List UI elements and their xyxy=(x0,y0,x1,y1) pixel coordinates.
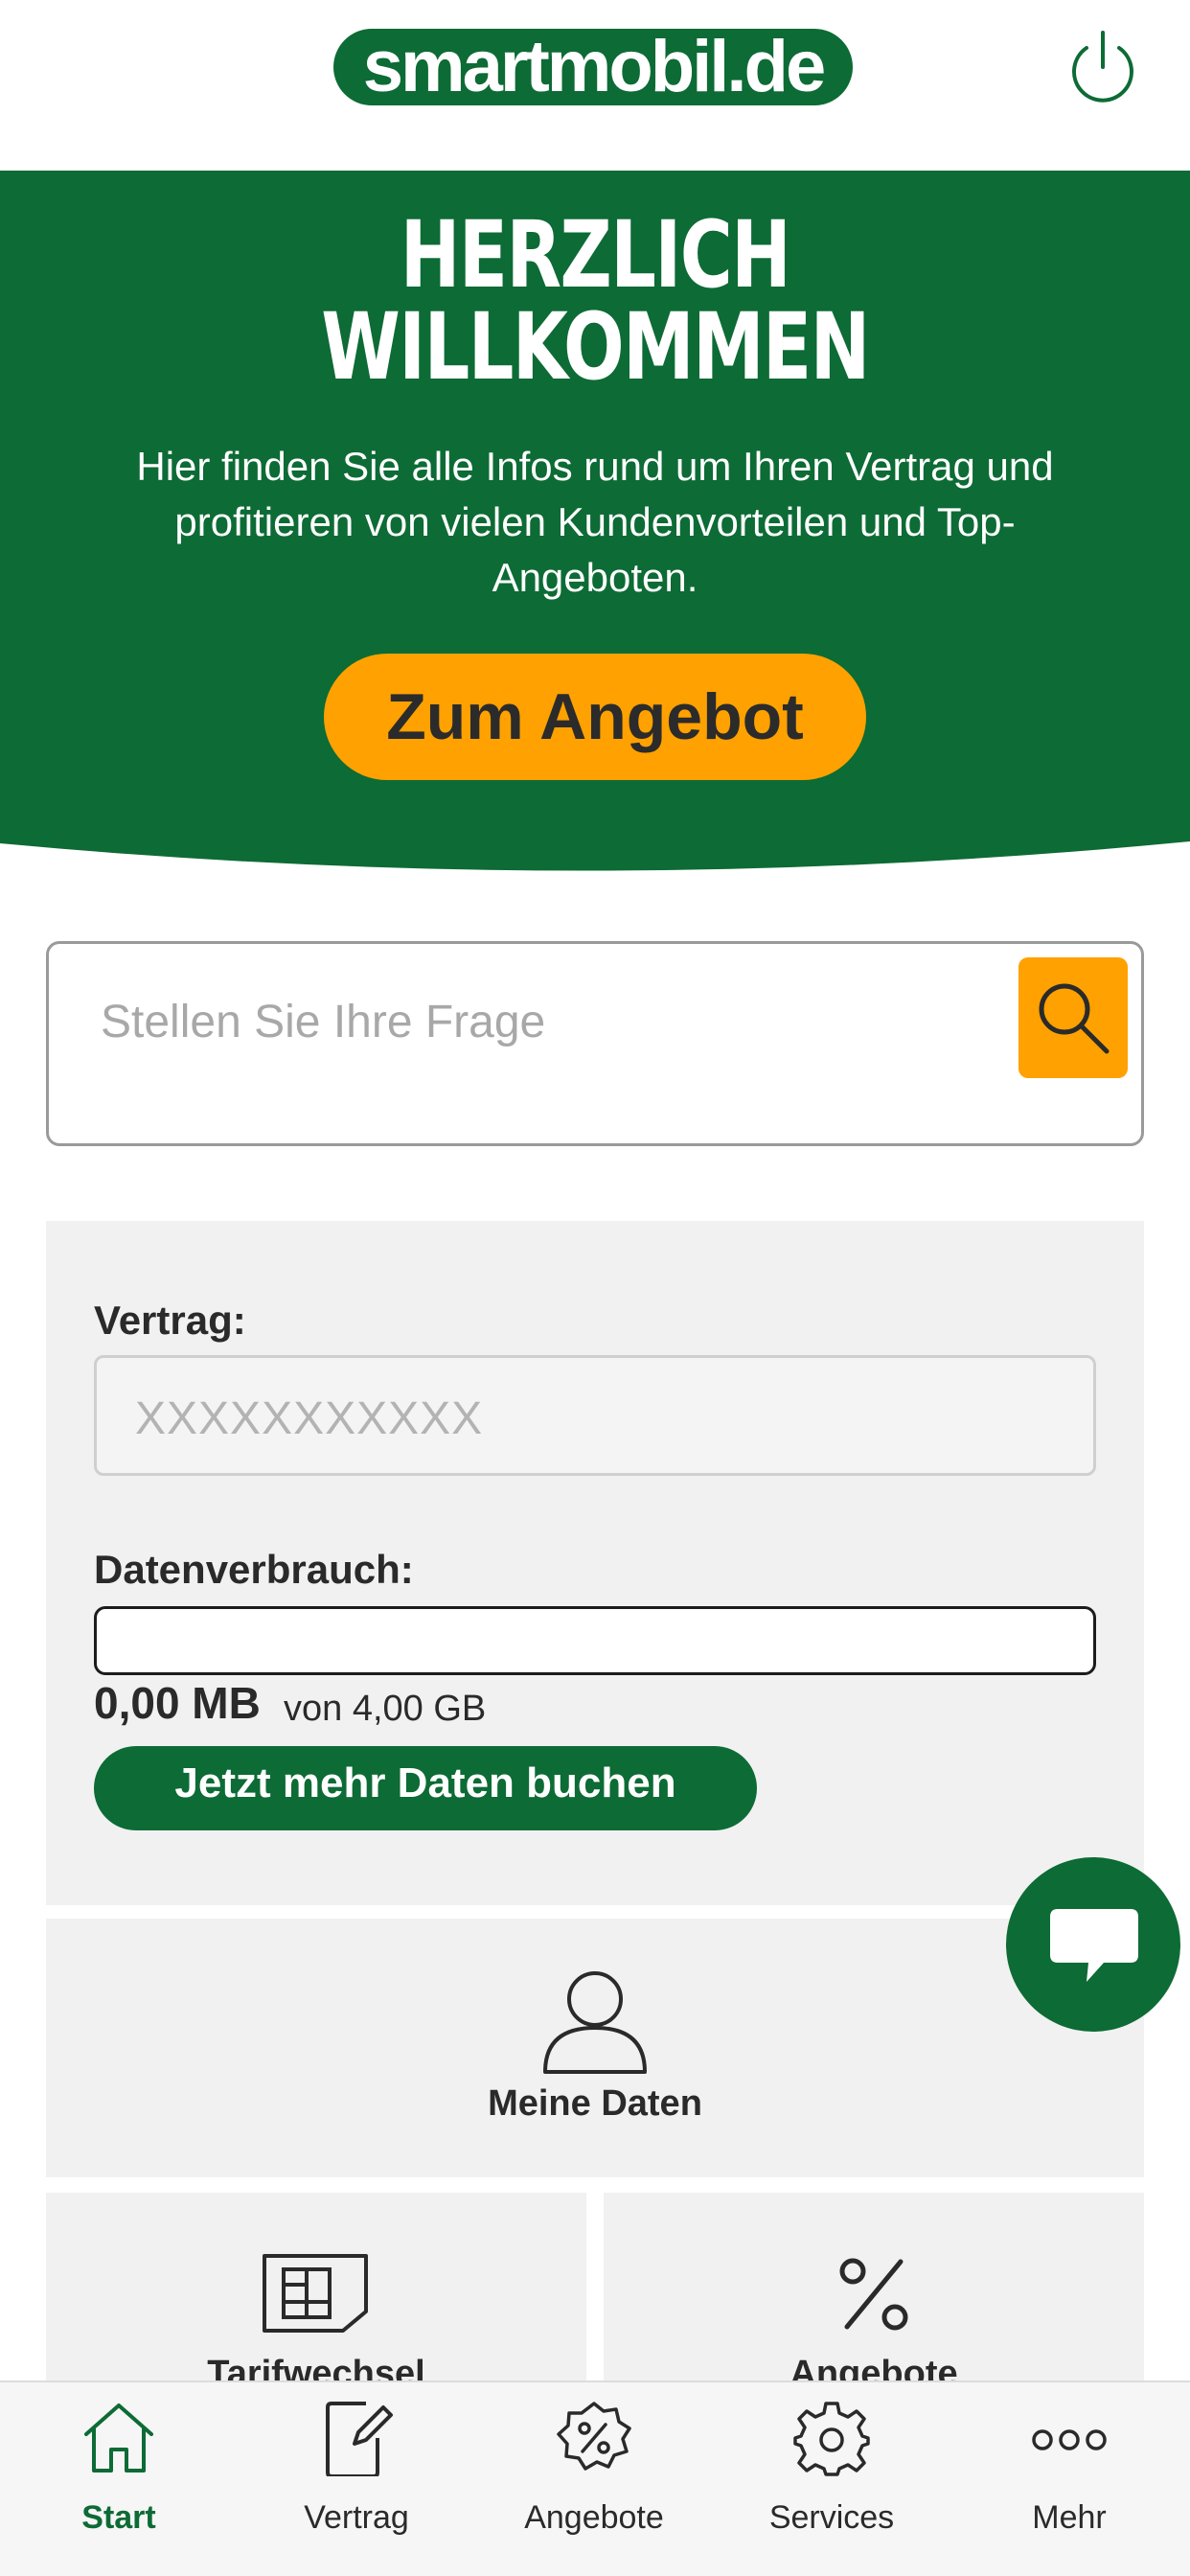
tile-angebote[interactable]: Angebote xyxy=(604,2193,1144,2394)
chat-bubble-icon xyxy=(1050,1909,1138,1982)
gear-icon xyxy=(793,2402,870,2476)
contract-label: Vertrag: xyxy=(94,1298,246,1343)
tab-angebote[interactable]: Angebote xyxy=(475,2382,713,2536)
book-more-data-button[interactable]: Jetzt mehr Daten buchen xyxy=(94,1746,757,1830)
tab-label-start: Start xyxy=(81,2499,156,2536)
tab-label-vertrag: Vertrag xyxy=(304,2499,409,2536)
more-dots-icon xyxy=(1032,2429,1107,2450)
tile-label-meine-daten: Meine Daten xyxy=(488,2083,702,2124)
data-usage-label: Datenverbrauch: xyxy=(94,1547,414,1592)
chat-button[interactable] xyxy=(1006,1857,1180,2032)
tab-services[interactable]: Services xyxy=(713,2382,950,2536)
tile-meine-daten[interactable]: Meine Daten xyxy=(46,1919,1144,2177)
welcome-text: Hier finden Sie alle Infos rund um Ihren… xyxy=(136,444,1054,600)
tab-label-angebote: Angebote xyxy=(524,2499,664,2536)
contract-number-field: XXXXXXXXXXX xyxy=(94,1355,1096,1476)
search-icon xyxy=(1039,983,1110,1054)
question-search-field[interactable]: Stellen Sie Ihre Frage xyxy=(46,941,1144,1146)
welcome-hero: HERZLICH WILLKOMMEN Hier finden Sie alle… xyxy=(0,171,1190,885)
tab-start[interactable]: Start xyxy=(0,2382,238,2536)
sim-card-icon xyxy=(263,2254,368,2333)
person-icon xyxy=(543,1971,647,2074)
percent-icon xyxy=(839,2258,908,2331)
welcome-title: HERZLICH WILLKOMMEN xyxy=(131,209,1060,393)
tile-tarifwechsel[interactable]: Tarifwechsel xyxy=(46,2193,586,2394)
contract-card: Vertrag: XXXXXXXXXXX Datenverbrauch: 0,0… xyxy=(46,1221,1144,1905)
contract-edit-icon xyxy=(326,2402,393,2476)
tab-mehr[interactable]: Mehr xyxy=(950,2382,1188,2536)
percent-badge-icon xyxy=(557,2402,631,2471)
tab-vertrag[interactable]: Vertrag xyxy=(238,2382,475,2536)
search-button[interactable] xyxy=(1018,957,1128,1078)
welcome-title-line1: HERZLICH xyxy=(400,201,791,309)
home-icon xyxy=(84,2404,153,2472)
search-placeholder[interactable]: Stellen Sie Ihre Frage xyxy=(101,996,545,1048)
offer-button[interactable]: Zum Angebot xyxy=(324,654,866,780)
tab-label-services: Services xyxy=(768,2499,895,2536)
data-used-value: 0,00 MB xyxy=(94,1678,261,1728)
contract-number: XXXXXXXXXXX xyxy=(135,1393,484,1444)
app-header: smartmobil.de xyxy=(0,0,1190,171)
bottom-tab-bar: Start Vertrag Angebote Services Mehr xyxy=(0,2380,1190,2576)
data-total-value: von 4,00 GB xyxy=(284,1689,487,1729)
tab-label-mehr: Mehr xyxy=(1032,2499,1107,2536)
power-icon[interactable] xyxy=(1062,27,1144,109)
smartmobil-logo: smartmobil.de xyxy=(333,29,853,105)
welcome-title-line2: WILLKOMMEN xyxy=(321,293,870,401)
data-usage-bar xyxy=(94,1606,1096,1675)
